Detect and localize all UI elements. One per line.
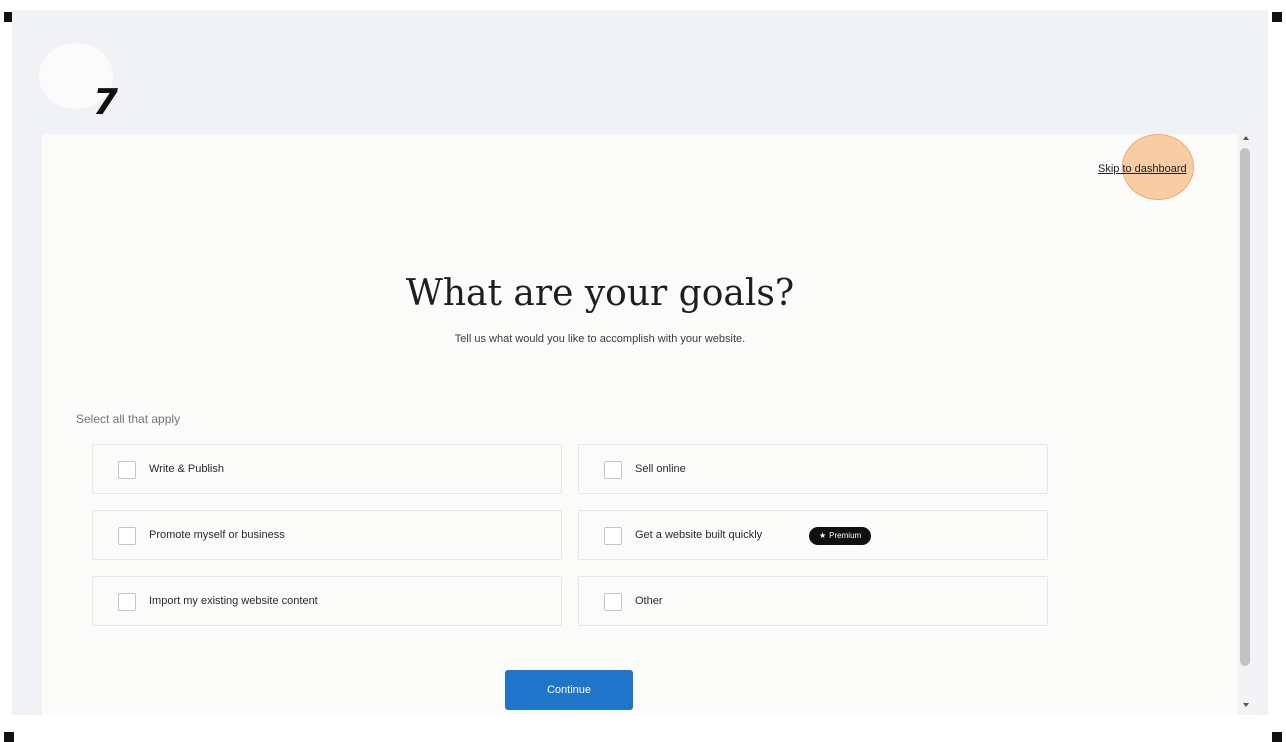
page-subtitle: Tell us what would you like to accomplis…	[454, 333, 746, 345]
goal-checkbox[interactable]	[604, 461, 622, 479]
goal-option-label: Import my existing website content	[149, 595, 318, 607]
premium-badge: ★ Premium	[809, 527, 872, 545]
goal-option-sell-online[interactable]: Sell online	[578, 444, 1048, 494]
step-number: 7	[93, 82, 119, 123]
skip-to-dashboard-link[interactable]: Skip to dashboard	[1098, 163, 1187, 175]
goal-option-label: Sell online	[635, 463, 686, 475]
select-hint-label: Select all that apply	[76, 412, 181, 426]
goal-checkbox[interactable]	[118, 527, 136, 545]
vertical-scrollbar[interactable]	[1238, 134, 1256, 715]
scroll-up-arrow-icon[interactable]	[1243, 136, 1249, 140]
corner-marker-bottom-right	[1272, 732, 1282, 742]
goal-checkbox[interactable]	[604, 593, 622, 611]
goal-option-label: Get a website built quickly	[635, 529, 763, 541]
continue-button[interactable]: Continue	[505, 670, 633, 710]
goal-option-label: Other	[635, 595, 663, 607]
goal-option-website-built-quickly[interactable]: Get a website built quickly ★ Premium	[578, 510, 1048, 560]
goal-option-label: Promote myself or business	[149, 529, 285, 541]
goal-option-import-content[interactable]: Import my existing website content	[92, 576, 562, 626]
goal-checkbox[interactable]	[118, 593, 136, 611]
star-icon: ★	[819, 531, 827, 540]
goal-checkbox[interactable]	[118, 461, 136, 479]
premium-badge-label: Premium	[829, 531, 862, 540]
goal-checkbox[interactable]	[604, 527, 622, 545]
page-title: What are your goals?	[405, 273, 795, 314]
onboarding-panel	[42, 134, 1238, 715]
scrollbar-thumb[interactable]	[1240, 148, 1250, 666]
goal-option-promote[interactable]: Promote myself or business	[92, 510, 562, 560]
goal-option-write-publish[interactable]: Write & Publish	[92, 444, 562, 494]
scroll-down-arrow-icon[interactable]	[1243, 703, 1249, 707]
corner-marker-bottom-left	[4, 732, 14, 742]
goal-option-other[interactable]: Other	[578, 576, 1048, 626]
goal-option-label: Write & Publish	[149, 463, 224, 475]
corner-marker-top-right	[1272, 12, 1282, 22]
